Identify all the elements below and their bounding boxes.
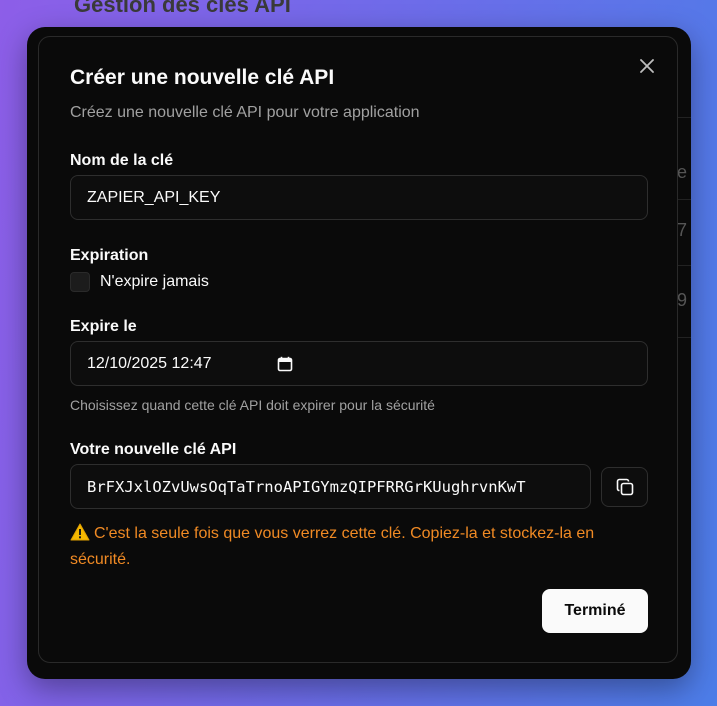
- dialog-title: Créer une nouvelle clé API: [70, 66, 335, 89]
- key-warning: C'est la seule fois que vous verrez cett…: [70, 521, 655, 573]
- new-key-value: BrFXJxlOZvUwsOqTaTrnoAPIGYmzQIPFRRGrKUug…: [87, 477, 526, 496]
- never-expires-row[interactable]: N'expire jamais: [70, 272, 209, 292]
- expiration-label: Expiration: [70, 247, 149, 264]
- done-button[interactable]: Terminé: [542, 589, 648, 633]
- expires-on-label: Expire le: [70, 318, 137, 335]
- copy-icon: [616, 478, 633, 496]
- new-key-field[interactable]: BrFXJxlOZvUwsOqTaTrnoAPIGYmzQIPFRRGrKUug…: [70, 464, 591, 509]
- key-name-value: ZAPIER_API_KEY: [87, 188, 221, 206]
- create-api-key-dialog: Créer une nouvelle clé API Créez une nou…: [38, 36, 678, 663]
- copy-key-button[interactable]: [601, 467, 648, 507]
- close-button[interactable]: [636, 55, 658, 77]
- expiration-date-value: 12/10/2025 12:47: [87, 354, 212, 372]
- never-expires-checkbox[interactable]: [70, 272, 90, 292]
- calendar-icon[interactable]: [277, 356, 293, 372]
- warning-text: C'est la seule fois que vous verrez cett…: [70, 525, 595, 568]
- warning-icon: [70, 523, 90, 541]
- key-name-label: Nom de la clé: [70, 152, 174, 169]
- dialog-subtitle: Créez une nouvelle clé API pour votre ap…: [70, 104, 420, 121]
- new-key-label: Votre nouvelle clé API: [70, 441, 237, 458]
- expiration-date-input[interactable]: 12/10/2025 12:47: [70, 341, 648, 386]
- close-icon: [640, 59, 654, 73]
- key-name-input[interactable]: ZAPIER_API_KEY: [70, 175, 648, 220]
- background-page-title: Gestion des clés API: [74, 0, 291, 17]
- never-expires-label: N'expire jamais: [100, 273, 209, 290]
- expiration-hint: Choisissez quand cette clé API doit expi…: [70, 397, 435, 413]
